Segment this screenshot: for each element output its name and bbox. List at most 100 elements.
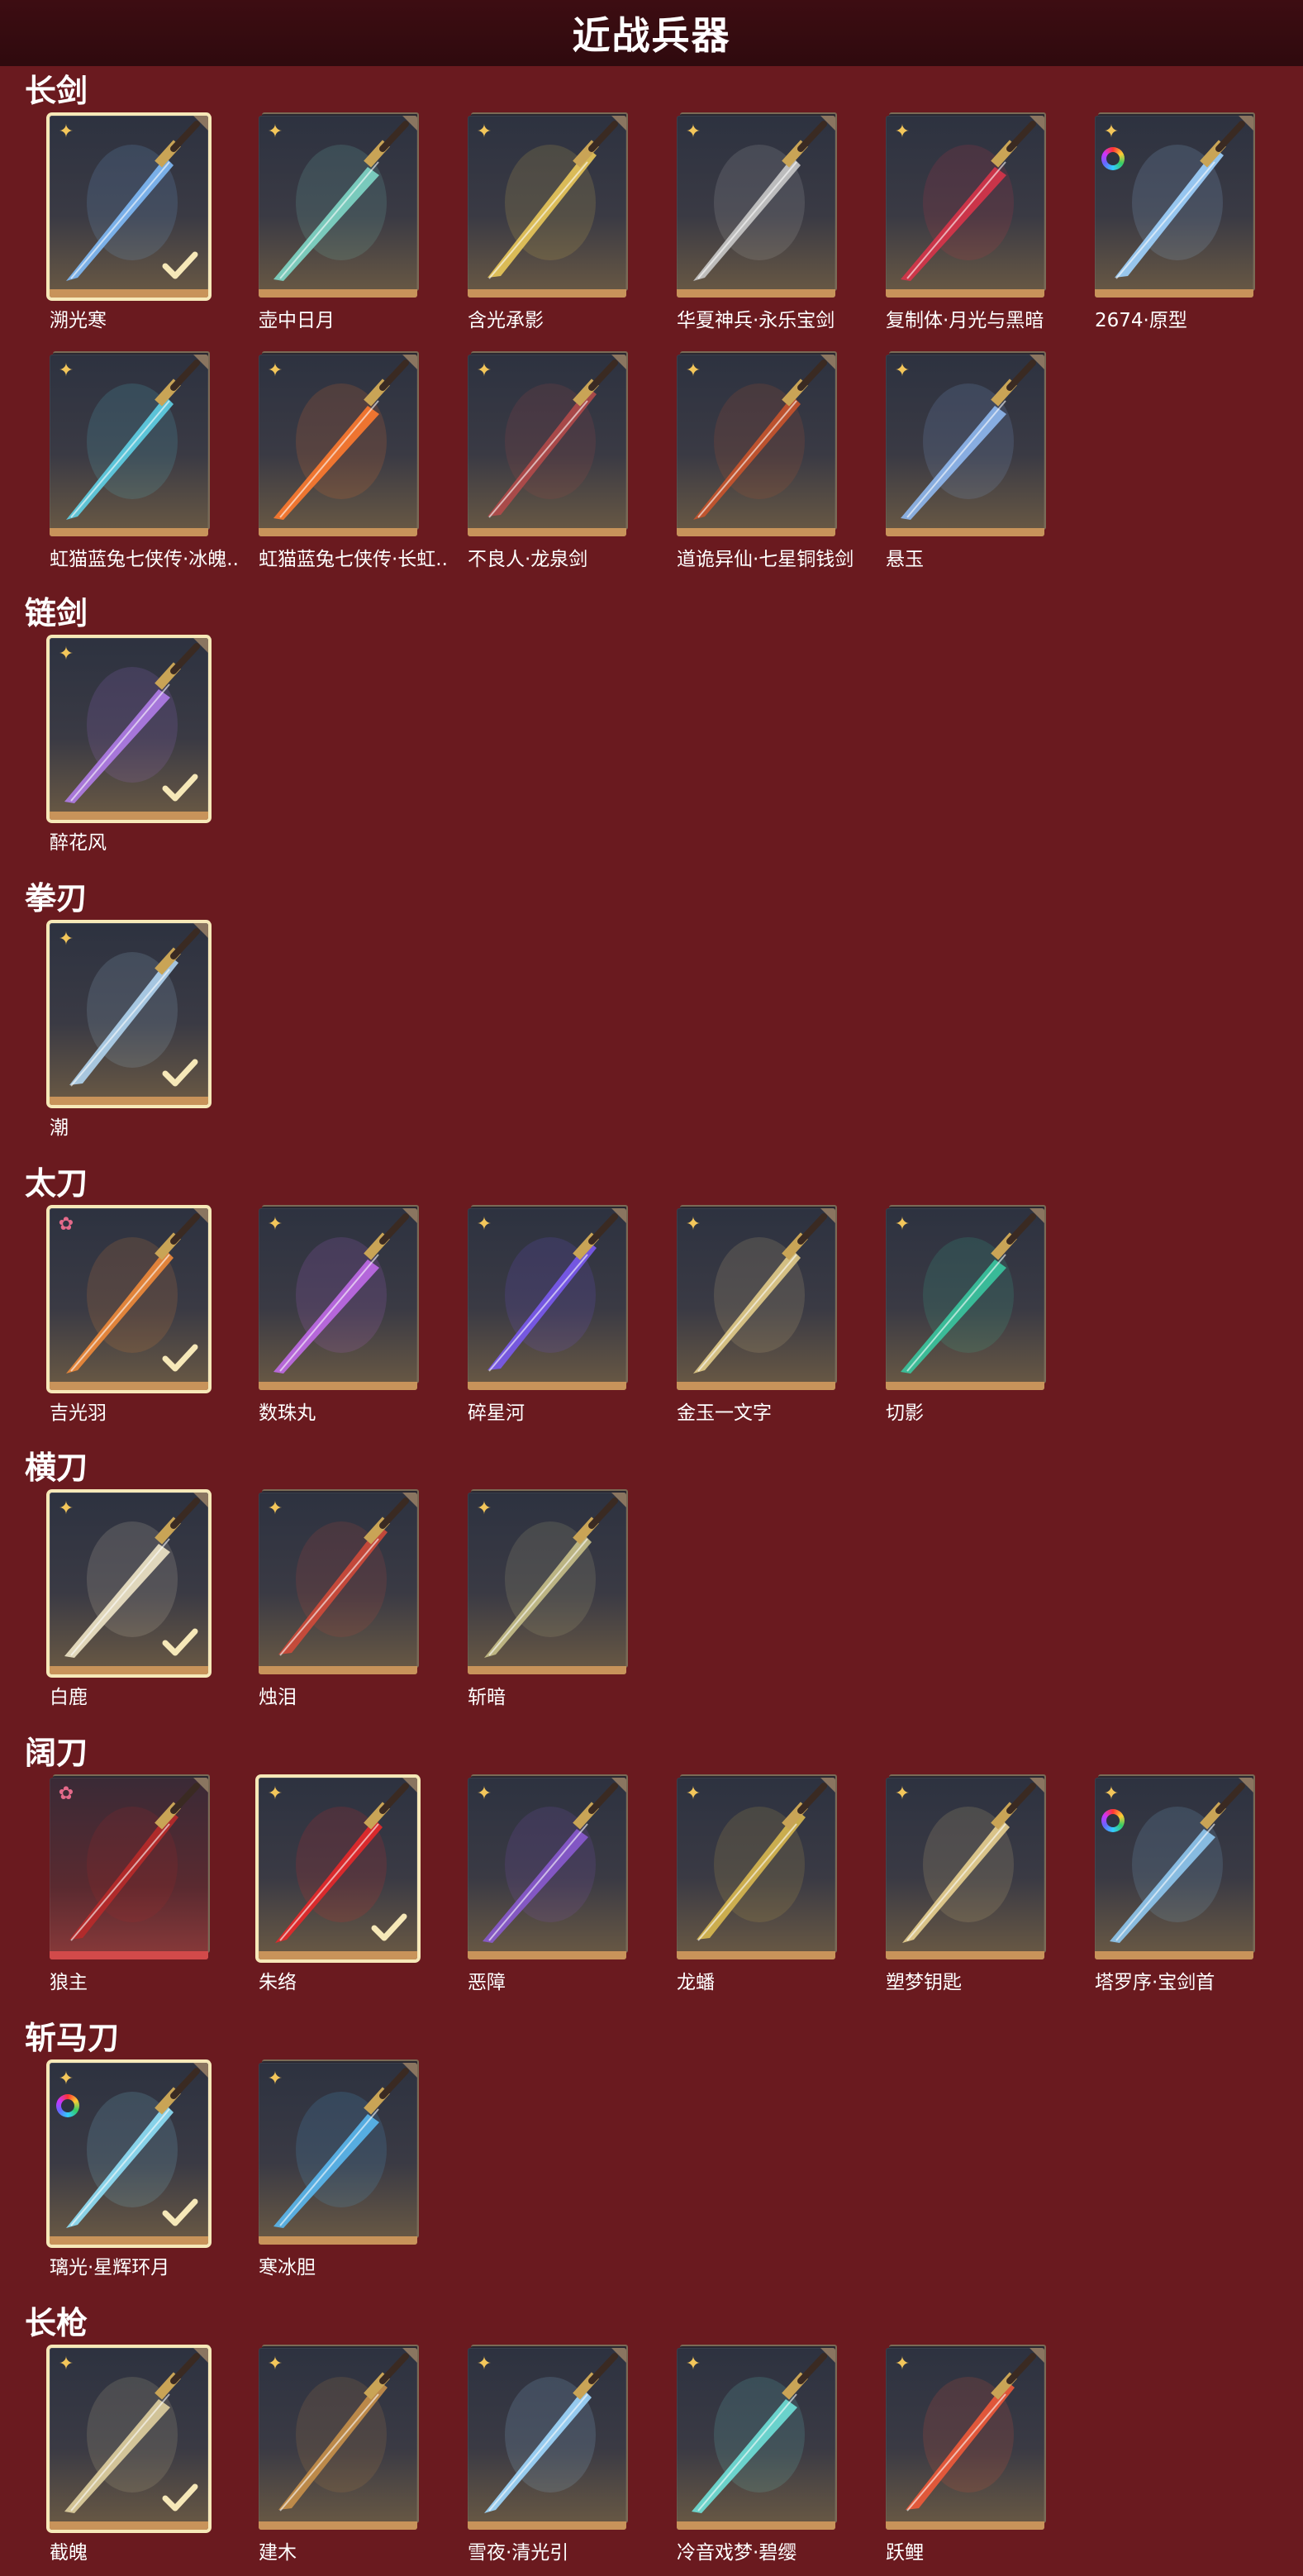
weapon-thumbnail[interactable]: ✦ [886,2348,1044,2530]
weapon-thumbnail[interactable]: ✦ [259,1208,417,1390]
weapon-card[interactable]: ✦ 朱络 [259,1774,419,1993]
weapon-card[interactable]: ✦ 碎星河 [468,1205,628,1424]
weapon-thumbnail[interactable]: ✦ [50,2348,208,2530]
rarity-bar [259,528,417,536]
corner-tab [193,923,208,938]
weapon-card[interactable]: ✦ 切影 [886,1205,1046,1424]
weapon-card[interactable]: ✦ 塑梦钥匙 [886,1774,1046,1993]
weapon-thumbnail[interactable]: ✦ [677,355,835,536]
flower-icon: ✿ [58,1783,74,1804]
weapon-card[interactable]: ✦ 不良人·龙泉剑 [468,351,628,570]
weapon-thumbnail[interactable]: ✦ [886,355,1044,536]
weapon-art [487,359,618,518]
corner-tab [611,2348,626,2363]
four-point-star-icon: ✦ [476,121,492,142]
rarity-bar [886,289,1044,298]
weapon-card[interactable]: ✦ 含光承影 [468,112,628,331]
corner-tab [193,2348,208,2363]
weapon-card[interactable]: ✦ 金玉一文字 [677,1205,837,1424]
weapon-thumbnail[interactable]: ✦ [259,2348,417,2530]
weapon-thumbnail[interactable]: ✦ [259,1778,417,1959]
weapon-card[interactable]: ✦ 悬玉 [886,351,1046,570]
weapon-card[interactable]: ✦ 恶障 [468,1774,628,1993]
weapon-name: 2674·原型 [1095,310,1187,331]
weapon-card[interactable]: ✦ 塔罗序·宝剑首 [1095,1774,1255,1993]
weapon-thumbnail[interactable]: ✦ [677,2348,835,2530]
weapon-thumbnail[interactable]: ✦ [259,2063,417,2245]
corner-tab [1030,1208,1044,1223]
weapon-card[interactable]: ✦ 龙蟠 [677,1774,837,1993]
rarity-bar [468,528,626,536]
weapon-thumbnail[interactable]: ✦ [259,355,417,536]
weapon-thumbnail[interactable]: ✦ [1095,1778,1253,1959]
rarity-bar [468,1382,626,1390]
weapon-thumbnail[interactable]: ✦ [259,1493,417,1674]
weapon-thumbnail[interactable]: ✦ [677,116,835,298]
weapon-card[interactable]: ✿ 吉光羽 [50,1205,210,1424]
weapon-thumbnail[interactable]: ✦ [50,355,208,536]
weapon-card[interactable]: ✦ 璃光·星辉环月 [50,2059,210,2278]
weapon-card[interactable]: ✿ 狼主 [50,1774,210,1993]
weapon-card[interactable]: ✦ 斩暗 [468,1489,628,1708]
weapon-thumbnail[interactable]: ✦ [468,355,626,536]
weapon-name: 朱络 [259,1972,297,1993]
weapon-card[interactable]: ✦ 虹猫蓝兔七侠传·长虹.. [259,351,448,570]
weapon-card[interactable]: ✦ 白鹿 [50,1489,210,1708]
weapon-thumbnail[interactable]: ✦ [468,1778,626,1959]
corner-tab [611,1208,626,1223]
weapon-thumbnail[interactable]: ✦ [50,116,208,298]
weapon-card[interactable]: ✦ 数珠丸 [259,1205,419,1424]
weapon-card[interactable]: ✦ 壶中日月 [259,112,419,331]
weapon-thumbnail[interactable]: ✦ [50,1493,208,1674]
weapon-card[interactable]: ✦ 截魄 [50,2345,210,2564]
rarity-bar [468,2521,626,2530]
weapon-thumbnail[interactable]: ✦ [677,1208,835,1390]
weapon-name: 寒冰胆 [259,2257,316,2278]
weapon-thumbnail[interactable]: ✦ [886,116,1044,298]
checkmark-icon [162,1344,198,1372]
corner-tab [820,355,835,369]
weapon-name: 虹猫蓝兔七侠传·长虹.. [259,549,448,570]
weapon-thumbnail[interactable]: ✿ [50,1778,208,1959]
weapon-thumbnail[interactable]: ✦ [468,2348,626,2530]
rarity-bar [677,2521,835,2530]
weapon-name: 建木 [259,2542,297,2564]
weapon-thumbnail[interactable]: ✦ [886,1208,1044,1390]
weapon-thumbnail[interactable]: ✦ [886,1778,1044,1959]
rarity-bar [50,1666,208,1674]
weapon-thumbnail[interactable]: ✦ [50,923,208,1105]
weapon-thumbnail[interactable]: ✦ [50,2063,208,2245]
weapon-card[interactable]: ✦ 2674·原型 [1095,112,1255,331]
weapon-art [273,1213,409,1374]
weapon-thumbnail[interactable]: ✿ [50,1208,208,1390]
weapon-card[interactable]: ✦ 华夏神兵·永乐宝剑 [677,112,837,331]
weapon-art [487,121,618,279]
weapon-card[interactable]: ✦ 虹猫蓝兔七侠传·冰魄.. [50,351,239,570]
corner-tab [193,1778,208,1793]
weapon-card[interactable]: ✦ 道诡异仙·七星铜钱剑 [677,351,854,570]
rarity-bar [1095,289,1253,298]
weapon-card[interactable]: ✦ 溯光寒 [50,112,210,331]
weapon-thumbnail[interactable]: ✦ [468,1493,626,1674]
weapon-card[interactable]: ✦ 醉花风 [50,635,210,854]
weapon-thumbnail[interactable]: ✦ [468,1208,626,1390]
weapon-art [901,1213,1036,1374]
rainbow-ring-icon [1101,1809,1125,1832]
weapon-thumbnail[interactable]: ✦ [259,116,417,298]
weapon-thumbnail[interactable]: ✦ [468,116,626,298]
weapon-card[interactable]: ✦ 跃鲤 [886,2345,1046,2564]
four-point-star-icon: ✦ [58,644,74,664]
weapon-card[interactable]: ✦ 建木 [259,2345,419,2564]
weapon-thumbnail[interactable]: ✦ [677,1778,835,1959]
weapon-card[interactable]: ✦ 潮 [50,920,210,1139]
four-point-star-icon: ✦ [1103,121,1120,142]
weapon-card[interactable]: ✦ 烛泪 [259,1489,419,1708]
corner-tab [611,355,626,369]
weapon-thumbnail[interactable]: ✦ [1095,116,1253,298]
weapon-card[interactable]: ✦ 冷音戏梦·碧缨 [677,2345,837,2564]
weapon-card[interactable]: ✦ 寒冰胆 [259,2059,419,2278]
weapon-card[interactable]: ✦ 雪夜·清光引 [468,2345,628,2564]
weapon-name: 金玉一文字 [677,1402,772,1424]
weapon-card[interactable]: ✦ 复制体·月光与黑暗 [886,112,1046,331]
weapon-thumbnail[interactable]: ✦ [50,638,208,820]
